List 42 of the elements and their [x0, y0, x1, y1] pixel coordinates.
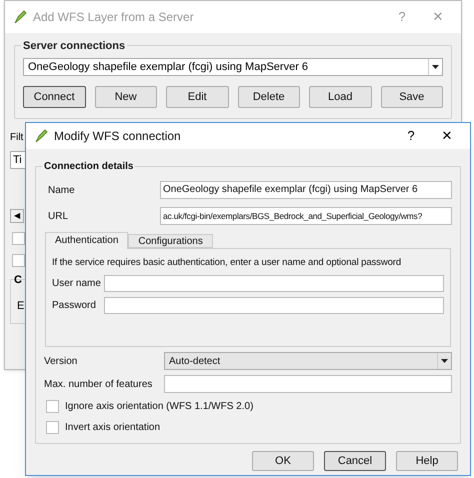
tab[interactable]: Configurations	[128, 234, 213, 248]
dialog-button[interactable]: New	[94, 86, 157, 108]
dialog-button[interactable]: Delete	[238, 86, 300, 108]
pencil-leaf-icon	[13, 10, 27, 24]
checkbox-label: Ignore axis orientation (WFS 1.1/WFS 2.0)	[65, 400, 254, 414]
checkbox[interactable]	[46, 400, 59, 413]
dialog-button[interactable]: Help	[396, 451, 458, 471]
checkbox[interactable]	[12, 232, 25, 245]
field-label: User name	[52, 277, 102, 292]
tab[interactable]: Authentication	[45, 232, 128, 249]
connection-dropdown[interactable]: OneGeology shapefile exemplar (fcgi) using MapServer 6	[23, 58, 443, 76]
group-title: C	[14, 273, 22, 288]
checkbox[interactable]	[46, 421, 59, 434]
field-label: Max. number of features	[44, 378, 154, 392]
help-button[interactable]: ?	[396, 126, 426, 146]
auth-hint: If the service requires basic authentication, enter a user name and optional password	[52, 256, 402, 270]
dialog-button[interactable]: Connect	[23, 86, 86, 108]
dropdown-arrow-icon	[432, 65, 439, 69]
group-text: E	[17, 299, 24, 314]
window-title: Add WFS Layer from a Server	[33, 9, 195, 26]
filter-label: Filt	[10, 131, 24, 145]
input-field[interactable]: OneGeology shapefile exemplar (fcgi) using MapServer 6	[160, 181, 452, 199]
dialog-button[interactable]: Save	[380, 86, 443, 108]
input-field[interactable]: ac.uk/fcgi-bin/exemplars/BGS_Bedrock_and_Superficial_Geology/wms?	[160, 207, 452, 225]
field-label: Version	[44, 354, 78, 368]
checkbox-label: Invert axis orientation	[65, 421, 160, 435]
dialog-button[interactable]: Load	[309, 86, 372, 108]
pencil-leaf-icon	[34, 129, 48, 143]
field-label: URL	[47, 210, 70, 224]
dialog-button[interactable]: OK	[252, 451, 314, 471]
dropdown-arrow-icon	[441, 359, 448, 363]
input-field[interactable]	[104, 297, 444, 314]
version-dropdown[interactable]: Auto-detect	[164, 352, 452, 370]
field-label: Name	[47, 184, 76, 198]
input-field[interactable]	[104, 275, 444, 292]
field-label: Password	[52, 299, 97, 314]
dialog-button[interactable]: Cancel	[324, 451, 386, 471]
dialog-button[interactable]: Edit	[166, 86, 228, 108]
dialog-title: Modify WFS connection	[54, 128, 182, 145]
checkbox[interactable]	[12, 254, 25, 267]
input-field[interactable]	[164, 375, 452, 393]
close-button[interactable]: ✕	[432, 126, 462, 146]
